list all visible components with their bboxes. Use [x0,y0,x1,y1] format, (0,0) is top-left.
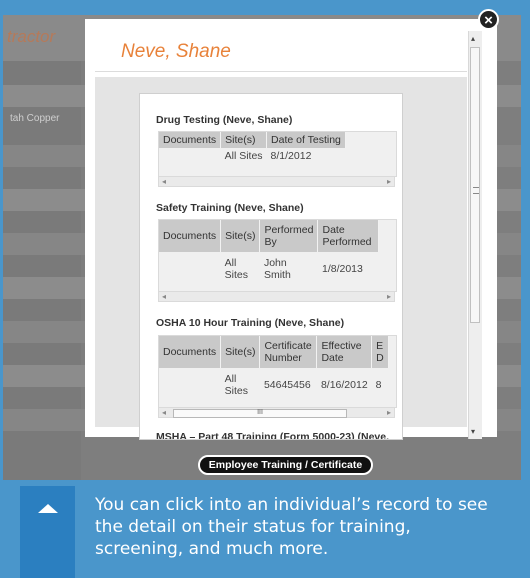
grip-icon [473,187,479,194]
tip-arrow-panel [20,486,75,578]
section-heading-drug-testing: Drug Testing (Neve, Shane) [156,114,293,126]
vertical-scrollbar-thumb[interactable] [470,47,480,323]
scroll-down-icon[interactable]: ▾ [471,427,475,436]
safety-training-table: Documents Site(s) Performed By Date Perf… [158,219,397,292]
column-header: Site(s) [220,336,261,368]
osha-training-table: Documents Site(s) Certificate Number Eff… [158,335,397,408]
table-cell: John Smith [263,257,291,281]
column-header: Date Performed [317,220,380,252]
table-cell: 8 [375,379,382,391]
column-header: Documents [159,132,222,148]
column-header: Site(s) [220,220,261,252]
column-header: Performed By [259,220,319,252]
drug-testing-table: Documents Site(s) Date of Testing All Si… [158,131,397,177]
tip-text: You can click into an individual’s recor… [95,495,488,559]
scroll-right-icon[interactable]: ▸ [387,408,391,417]
training-records-panel[interactable]: Drug Testing (Neve, Shane) Documents Sit… [139,93,403,440]
table-cell: 8/1/2012 [270,150,312,162]
scrollbar-thumb[interactable]: III [173,409,347,418]
column-header: Effective Date [316,336,373,368]
section-heading-safety-training: Safety Training (Neve, Shane) [156,202,304,214]
table-cell: All Sites [224,257,248,281]
background-title: tractor [7,27,56,46]
column-header: Documents [159,336,222,368]
horizontal-scrollbar[interactable]: ◂ III ▸ [158,407,395,418]
table-cell[interactable] [159,368,221,402]
column-header: Certificate Number [259,336,318,368]
scroll-right-icon[interactable]: ▸ [387,292,391,301]
app-screenshot: tractor tah Copper Neve, Shane Drug Test… [3,15,521,480]
table-cell: 54645456 [263,379,311,391]
employee-name-title: Neve, Shane [121,41,231,62]
table-cell: All Sites [224,373,248,397]
table-cell: 8/16/2012 [320,379,368,391]
title-divider [95,71,467,72]
column-header: Date of Testing [266,132,346,148]
column-header: Site(s) [220,132,268,148]
table-cell: All Sites [224,150,263,162]
scroll-up-icon[interactable]: ▴ [471,34,475,43]
employee-training-certificate-button[interactable]: Employee Training / Certificate [198,455,373,475]
table-row: All Sites 54645456 8/16/2012 8 [159,368,388,402]
table-row: All Sites 8/1/2012 [159,148,345,164]
column-header: E D [371,336,389,368]
section-heading-osha-training: OSHA 10 Hour Training (Neve, Shane) [156,317,345,329]
table-row: All Sites John Smith 1/8/2013 [159,252,379,286]
arrow-up-icon [38,504,58,513]
table-cell: 1/8/2013 [321,263,363,275]
background-company-text: tah Copper [10,113,60,124]
close-icon[interactable]: × [478,9,499,30]
scroll-left-icon[interactable]: ◂ [162,177,166,186]
scroll-left-icon[interactable]: ◂ [162,408,166,417]
employee-detail-modal: Neve, Shane Drug Testing (Neve, Shane) D… [85,19,497,440]
table-cell[interactable] [159,252,221,286]
vertical-scrollbar[interactable]: ▴ ▾ [468,31,482,439]
section-heading-msha-training: MSHA – Part 48 Training (Form 5000-23) (… [156,431,390,440]
scroll-left-icon[interactable]: ◂ [162,292,166,301]
horizontal-scrollbar[interactable]: ◂ ▸ [158,291,395,302]
horizontal-scrollbar[interactable]: ◂ ▸ [158,176,395,187]
scroll-right-icon[interactable]: ▸ [387,177,391,186]
column-header: Documents [159,220,222,252]
table-cell[interactable] [159,148,221,164]
